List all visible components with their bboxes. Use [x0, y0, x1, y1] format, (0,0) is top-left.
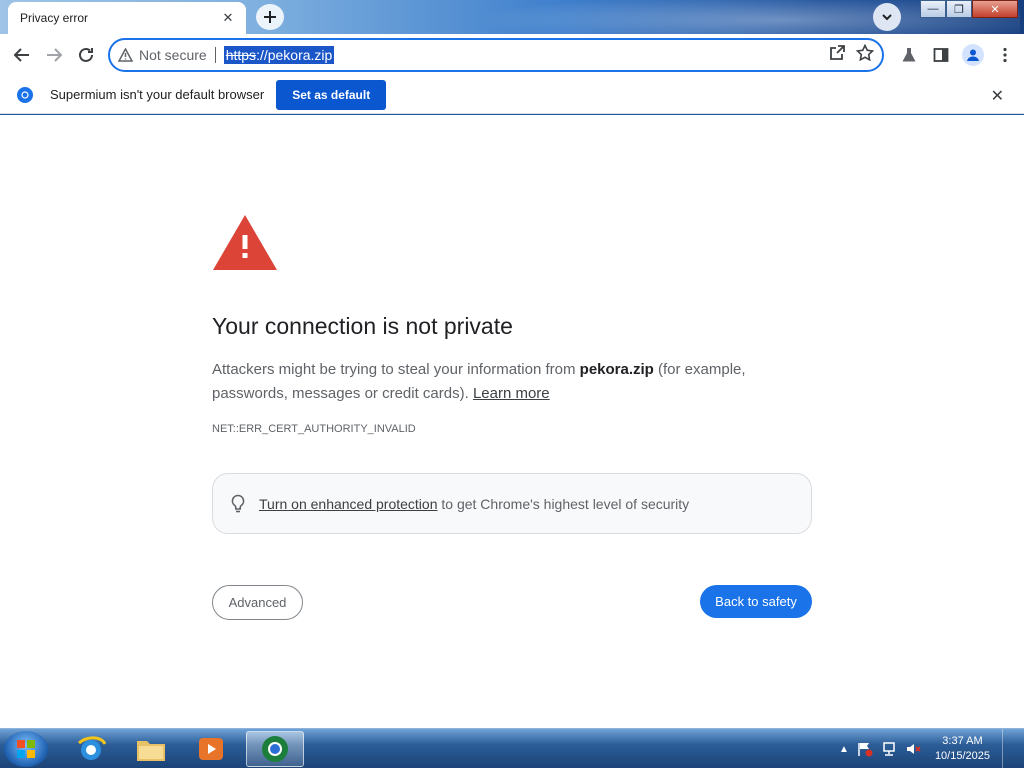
arrow-left-icon	[13, 48, 29, 62]
clock-time: 3:37 AM	[942, 735, 983, 747]
enhanced-protection-link[interactable]: Turn on enhanced protection	[259, 496, 438, 512]
desc-domain: pekora.zip	[579, 361, 654, 378]
taskbar: ▲ 3:37 AM 10/15/2025	[0, 728, 1024, 768]
labs-button[interactable]	[898, 39, 920, 71]
taskbar-internet-explorer[interactable]	[64, 731, 118, 767]
plus-icon	[264, 11, 276, 23]
side-panel-button[interactable]	[930, 39, 952, 71]
internet-explorer-icon	[78, 736, 106, 760]
back-button[interactable]	[6, 39, 38, 71]
promo-rest: to get Chrome's highest level of securit…	[437, 495, 690, 512]
tab-search-button[interactable]	[873, 3, 901, 31]
browser-toolbar: Not secure https://pekora.zip	[0, 34, 1024, 76]
page-title: Your connection is not private	[212, 313, 513, 339]
close-window-button[interactable]: ✕	[972, 0, 1018, 18]
taskbar-browser[interactable]	[246, 731, 304, 767]
action-center-flag-icon[interactable]	[857, 741, 873, 757]
menu-button[interactable]	[994, 39, 1016, 71]
flask-icon	[902, 48, 916, 62]
folder-icon	[137, 741, 165, 761]
error-code: NET::ERR_CERT_AUTHORITY_INVALID	[212, 423, 416, 435]
clock[interactable]: 3:37 AM 10/15/2025	[935, 734, 990, 764]
side-panel-icon	[933, 48, 949, 62]
show-desktop-button[interactable]	[1002, 729, 1014, 768]
lightbulb-icon	[231, 494, 245, 512]
arrow-right-icon	[47, 48, 63, 62]
share-button[interactable]	[829, 44, 846, 66]
warning-triangle-icon	[118, 48, 133, 62]
advanced-button[interactable]: Advanced	[212, 585, 303, 620]
tab-title: Privacy error	[20, 11, 89, 25]
warning-icon	[213, 215, 277, 270]
default-browser-infobar: Supermium isn't your default browser Set…	[0, 76, 1024, 114]
share-icon	[830, 45, 845, 60]
url-text[interactable]: https://pekora.zip	[223, 46, 335, 64]
chevron-down-icon	[882, 14, 892, 21]
promo-text: Turn on enhanced protection to get Chrom…	[259, 496, 689, 512]
network-icon[interactable]	[881, 741, 897, 757]
address-bar[interactable]: Not secure https://pekora.zip	[108, 38, 884, 72]
reload-icon	[79, 47, 93, 62]
clock-date: 10/15/2025	[934, 750, 990, 762]
profile-button[interactable]	[962, 44, 984, 66]
volume-muted-icon[interactable]	[905, 741, 921, 757]
omnibox-actions	[829, 43, 875, 67]
back-to-safety-button[interactable]: Back to safety	[700, 585, 812, 618]
taskbar-explorer[interactable]	[124, 731, 178, 767]
start-button[interactable]	[4, 731, 48, 767]
new-tab-button[interactable]	[256, 4, 284, 30]
page-description: Attackers might be trying to steal your …	[212, 358, 782, 406]
maximize-button[interactable]: ❐	[946, 0, 972, 18]
bookmark-button[interactable]	[855, 43, 875, 67]
url-scheme: https	[225, 47, 257, 63]
not-secure-label: Not secure	[139, 47, 207, 63]
enhanced-protection-promo: Turn on enhanced protection to get Chrom…	[212, 473, 812, 534]
more-vert-icon	[1003, 47, 1007, 63]
interstitial-page: Your connection is not private Attackers…	[0, 115, 1024, 728]
forward-button[interactable]	[38, 39, 70, 71]
set-as-default-button[interactable]: Set as default	[276, 79, 387, 110]
toolbar-right	[898, 39, 1016, 71]
system-tray: ▲ 3:37 AM 10/15/2025	[839, 729, 1014, 768]
title-bar: Privacy error ✕ — ❐ ✕	[0, 0, 1024, 34]
url-host: ://pekora.zip	[256, 47, 333, 63]
show-hidden-icons-button[interactable]: ▲	[839, 744, 849, 755]
star-icon	[855, 43, 875, 61]
window-controls: — ❐ ✕	[920, 0, 1018, 18]
learn-more-link[interactable]: Learn more	[473, 385, 550, 402]
security-chip[interactable]: Not secure	[118, 47, 216, 63]
infobar-message: Supermium isn't your default browser	[50, 87, 265, 102]
infobar-close-icon[interactable]: ✕	[991, 86, 1004, 106]
minimize-button[interactable]: —	[920, 0, 946, 18]
avatar-icon	[967, 49, 979, 61]
tab-close-icon[interactable]: ✕	[220, 10, 236, 26]
browser-taskbar-icon	[262, 736, 288, 762]
windows-logo-icon	[17, 740, 35, 758]
media-player-icon	[199, 738, 223, 760]
desc-text: Attackers might be trying to steal your …	[212, 361, 580, 378]
tab-privacy-error[interactable]: Privacy error ✕	[8, 2, 246, 34]
taskbar-media-player[interactable]	[184, 731, 238, 767]
browser-logo-icon	[17, 86, 33, 103]
reload-button[interactable]	[70, 39, 102, 71]
